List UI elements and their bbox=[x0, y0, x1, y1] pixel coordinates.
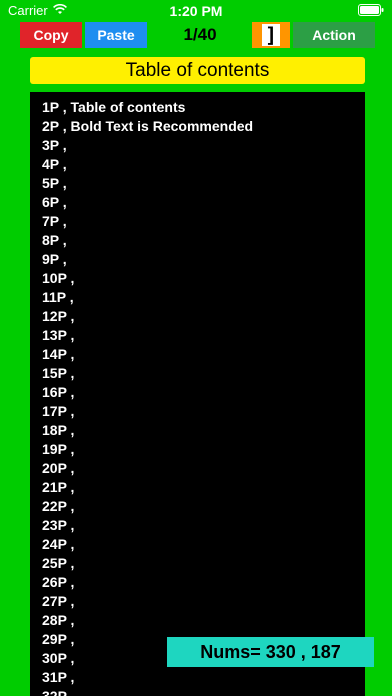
list-item[interactable]: 1P , Table of contents bbox=[42, 98, 352, 117]
app-screen: Carrier 1:20 PM Copy Paste 1/40 ] Action… bbox=[0, 0, 392, 696]
nums-badge: Nums= 330 , 187 bbox=[167, 637, 374, 667]
list-item[interactable]: 25P , bbox=[42, 554, 352, 573]
list-item[interactable]: 24P , bbox=[42, 535, 352, 554]
list-item[interactable]: 14P , bbox=[42, 345, 352, 364]
content-panel[interactable]: 1P , Table of contents 2P , Bold Text is … bbox=[30, 92, 374, 696]
list-item[interactable]: 9P , bbox=[42, 250, 352, 269]
list-item[interactable]: 16P , bbox=[42, 383, 352, 402]
status-bar: Carrier 1:20 PM bbox=[0, 0, 392, 22]
list-item[interactable]: 3P , bbox=[42, 136, 352, 155]
paste-button[interactable]: Paste bbox=[85, 22, 147, 48]
list-item[interactable]: 31P , bbox=[42, 668, 352, 687]
list-item[interactable]: 17P , bbox=[42, 402, 352, 421]
list-item[interactable]: 12P , bbox=[42, 307, 352, 326]
status-time: 1:20 PM bbox=[169, 3, 223, 19]
list-item[interactable]: 2P , Bold Text is Recommended bbox=[42, 117, 352, 136]
list-item[interactable]: 26P , bbox=[42, 573, 352, 592]
list-item[interactable]: 20P , bbox=[42, 459, 352, 478]
list-item[interactable]: 13P , bbox=[42, 326, 352, 345]
bracket-button[interactable]: ] bbox=[252, 22, 290, 48]
list-item[interactable]: 32P , bbox=[42, 687, 352, 696]
bracket-label: ] bbox=[262, 24, 280, 46]
list-item[interactable]: 18P , bbox=[42, 421, 352, 440]
page-indicator: 1/40 bbox=[183, 25, 217, 44]
list-item[interactable]: 6P , bbox=[42, 193, 352, 212]
list-item[interactable]: 11P , bbox=[42, 288, 352, 307]
list-item[interactable]: 22P , bbox=[42, 497, 352, 516]
list-item[interactable]: 7P , bbox=[42, 212, 352, 231]
list-item[interactable]: 5P , bbox=[42, 174, 352, 193]
list-item[interactable]: 23P , bbox=[42, 516, 352, 535]
entry-list: 1P , Table of contents 2P , Bold Text is … bbox=[42, 98, 352, 696]
action-button[interactable]: Action bbox=[293, 22, 375, 48]
list-item[interactable]: 28P , bbox=[42, 611, 352, 630]
toolbar: Copy Paste 1/40 ] Action bbox=[0, 22, 392, 48]
list-item[interactable]: 10P , bbox=[42, 269, 352, 288]
list-item[interactable]: 8P , bbox=[42, 231, 352, 250]
list-item[interactable]: 4P , bbox=[42, 155, 352, 174]
list-item[interactable]: 27P , bbox=[42, 592, 352, 611]
list-item[interactable]: 15P , bbox=[42, 364, 352, 383]
list-item[interactable]: 19P , bbox=[42, 440, 352, 459]
page-title: Table of contents bbox=[30, 57, 365, 84]
battery-icon bbox=[358, 4, 384, 19]
copy-button[interactable]: Copy bbox=[20, 22, 82, 48]
list-item[interactable]: 21P , bbox=[42, 478, 352, 497]
